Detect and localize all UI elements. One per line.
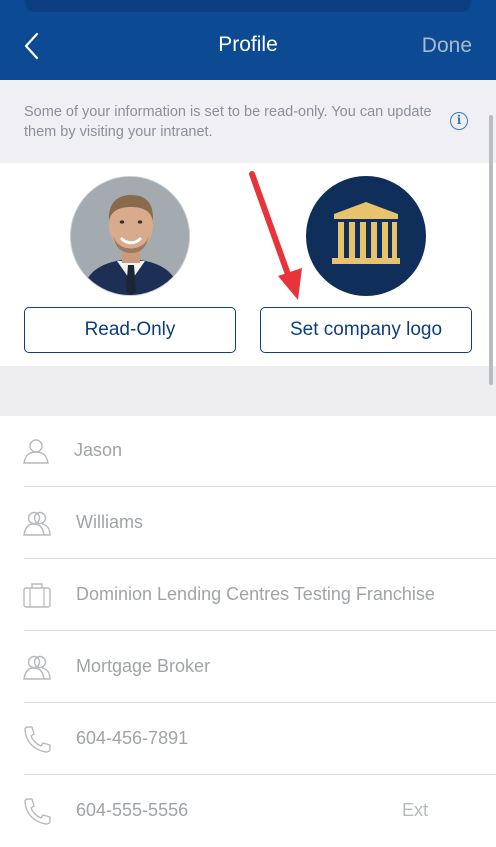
phone-ext-row[interactable]: 604-555-5556 Ext: [0, 775, 496, 847]
avatar: [70, 176, 190, 296]
phone-row[interactable]: 604-456-7891: [0, 703, 496, 775]
ext-field[interactable]: Ext: [402, 800, 428, 821]
phone-2-value: 604-555-5556: [76, 800, 189, 820]
company-row[interactable]: Dominion Lending Centres Testing Franchi…: [0, 559, 496, 631]
set-company-logo-button[interactable]: Set company logo: [260, 307, 472, 353]
last-name-row[interactable]: Williams: [0, 487, 496, 559]
company-value: Dominion Lending Centres Testing Franchi…: [76, 584, 435, 604]
last-name-value: Williams: [76, 512, 143, 532]
phone-icon: [24, 798, 51, 825]
done-button[interactable]: Done: [422, 34, 472, 58]
info-icon[interactable]: i: [450, 112, 468, 130]
company-logo: [306, 176, 426, 296]
first-name-row[interactable]: Jason: [0, 415, 496, 487]
status-notch: [25, 0, 471, 12]
phone-value: 604-456-7891: [76, 728, 189, 748]
people-icon: [23, 655, 51, 680]
read-only-button[interactable]: Read-Only: [24, 307, 236, 353]
navigation-bar: Profile Done: [0, 0, 496, 80]
person-icon: [23, 439, 49, 464]
notice-text: Some of your information is set to be re…: [24, 104, 432, 140]
briefcase-icon: [23, 583, 51, 608]
read-only-notice: Some of your information is set to be re…: [0, 80, 496, 163]
first-name-value: Jason: [74, 440, 123, 460]
phone-icon: [24, 726, 51, 753]
job-title-value: Mortgage Broker: [76, 656, 211, 676]
scrollbar[interactable]: [489, 115, 493, 385]
title-row[interactable]: Mortgage Broker: [0, 631, 496, 703]
person-photo: [71, 177, 189, 295]
bank-building-icon: [332, 202, 400, 264]
people-icon: [23, 511, 51, 536]
annotation-arrow: [249, 171, 302, 300]
section-spacer: [0, 366, 496, 416]
